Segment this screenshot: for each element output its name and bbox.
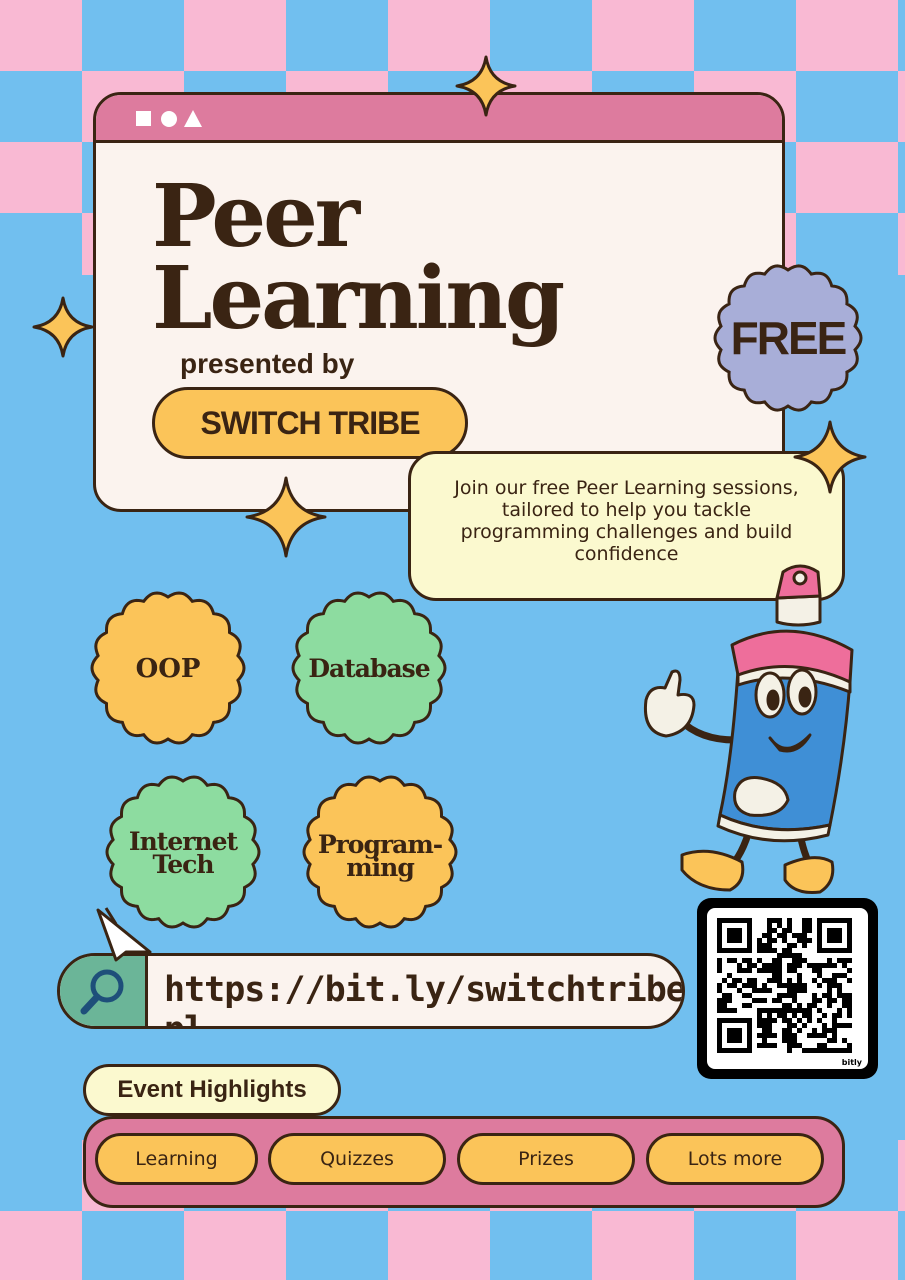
cursor-arrow-icon: [96, 907, 152, 962]
topic-label: Database: [308, 654, 429, 683]
topic-label-line-2: Tech: [152, 850, 214, 879]
spray-can-mascot-icon: [643, 564, 854, 894]
free-badge: FREE: [713, 264, 863, 412]
description-text: Join our free Peer Learning sessions, ta…: [454, 477, 799, 565]
title-line-2: Learning: [152, 248, 565, 349]
highlight-item-lots-more: Lots more: [646, 1133, 824, 1185]
sparkle-icon: [32, 296, 94, 358]
window-titlebar: [96, 95, 782, 143]
qr-code[interactable]: bitly: [697, 898, 878, 1079]
topic-label-line-2: ming: [346, 853, 414, 882]
topic-badge-oop: OOP: [90, 591, 246, 745]
topic-label: OOP: [136, 654, 201, 684]
qr-brand-label: bitly: [841, 1058, 862, 1067]
topic-badge-programming: Program- ming: [302, 775, 458, 929]
highlight-item-quizzes: Quizzes: [268, 1133, 446, 1185]
sparkle-icon: [455, 55, 517, 117]
search-button[interactable]: [60, 956, 148, 1026]
window-controls-icon: [136, 110, 202, 127]
highlight-item-learning: Learning: [95, 1133, 258, 1185]
title-line-1: Peer: [152, 166, 360, 267]
url-bar[interactable]: https://bit.ly/switchtribe-pl: [57, 953, 685, 1029]
topic-badge-database: Database: [291, 591, 447, 745]
free-label: FREE: [731, 312, 846, 364]
highlights-title: Event Highlights: [83, 1064, 341, 1116]
qr-pattern-icon: [717, 918, 852, 1053]
sparkle-icon: [793, 420, 867, 494]
highlight-item-prizes: Prizes: [457, 1133, 635, 1185]
url-text[interactable]: https://bit.ly/switchtribe-pl: [164, 970, 682, 1026]
search-icon: [80, 969, 123, 1015]
organizer-badge: SWITCH TRIBE: [152, 387, 468, 459]
presented-by-label: presented by: [180, 348, 355, 379]
sparkle-icon: [245, 476, 327, 558]
page-title: Peer Learning: [152, 166, 565, 349]
